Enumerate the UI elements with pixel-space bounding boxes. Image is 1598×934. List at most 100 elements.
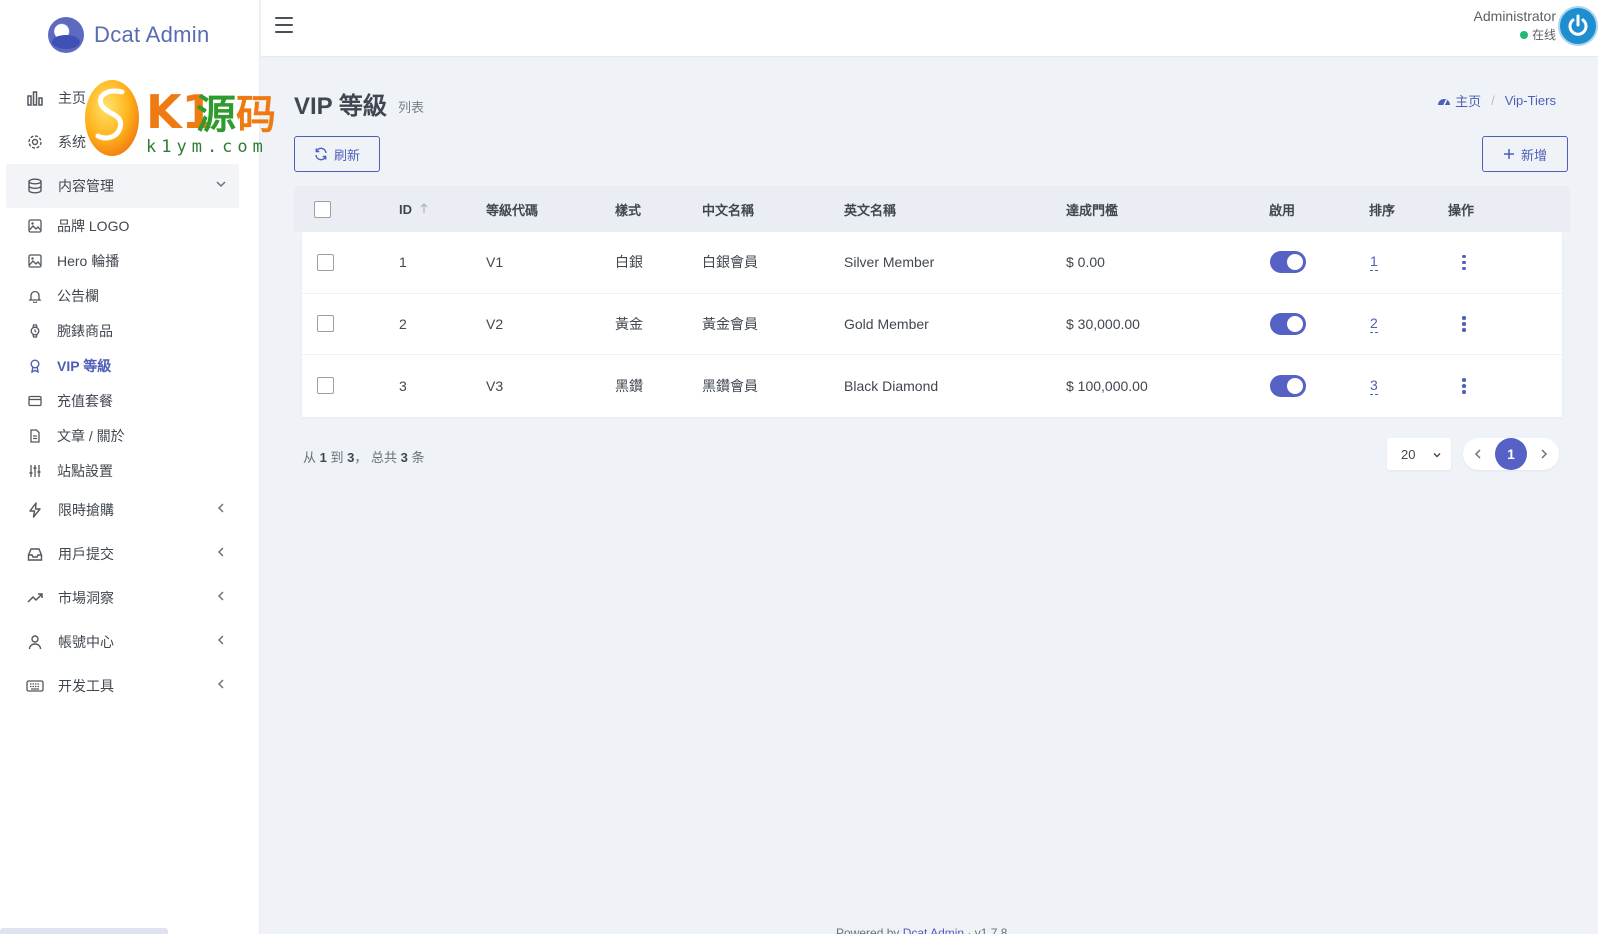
col-style: 樣式 [615, 202, 642, 218]
col-order: 排序 [1369, 202, 1396, 218]
sidebar-item-account-center[interactable]: 帳號中心 [6, 620, 239, 664]
col-threshold: 達成門檻 [1066, 202, 1119, 218]
trending-up-icon [26, 589, 44, 607]
sidebar-item-label: 市場洞察 [58, 590, 114, 606]
row-checkbox[interactable] [317, 377, 334, 395]
breadcrumb-home[interactable]: 主页 [1455, 91, 1481, 110]
summary-suffix: 条 [411, 450, 425, 465]
sidebar-item-flash-sale[interactable]: 限時搶購 [6, 488, 239, 532]
sidebar-item-label: 用戶提交 [58, 546, 114, 562]
order-editable[interactable]: 1 [1370, 253, 1378, 272]
enabled-toggle[interactable] [1270, 312, 1306, 335]
brand[interactable]: Dcat Admin [0, 0, 259, 70]
sidebar-item-market-insights[interactable]: 市場洞察 [6, 576, 239, 620]
plus-icon [1503, 148, 1515, 160]
order-editable[interactable]: 3 [1370, 377, 1378, 395]
more-actions-icon[interactable] [1462, 254, 1466, 270]
sidebar: Dcat Admin 主页 系统 内容管理 品牌 LOGO Hero 輪播 公告… [0, 0, 260, 934]
cell-en-name: Gold Member [844, 315, 929, 332]
refresh-button-label: 刷新 [333, 147, 360, 163]
user-status-text: 在线 [1531, 28, 1556, 42]
sidebar-subitem-vip-tiers[interactable]: VIP 等級 [0, 348, 259, 383]
breadcrumb-separator: / [1491, 93, 1495, 108]
enabled-toggle[interactable] [1270, 374, 1306, 397]
cell-threshold: $ 0.00 [1066, 254, 1105, 271]
online-status-dot [1519, 31, 1528, 39]
footer-powered-text: Powered by [836, 926, 900, 934]
col-en-name: 英文名稱 [844, 202, 897, 218]
sidebar-item-label: 内容管理 [58, 178, 114, 194]
cell-style: 白銀 [615, 254, 643, 271]
col-id-label: ID [399, 201, 412, 217]
cell-id: 3 [399, 377, 407, 394]
col-id[interactable]: ID [399, 186, 428, 232]
inbox-icon [26, 545, 44, 563]
user-icon [26, 633, 44, 651]
new-button[interactable]: 新增 [1482, 136, 1568, 172]
lightning-icon [26, 501, 44, 519]
sidebar-item-label: 充值套餐 [57, 392, 113, 409]
sidebar-item-label: 公告欄 [57, 287, 99, 304]
table-body: 1 V1 白銀 白銀會員 Silver Member $ 0.00 1 2 V2… [302, 232, 1562, 417]
next-page-icon[interactable] [1537, 446, 1551, 462]
sidebar-subitem-hero-carousel[interactable]: Hero 輪播 [0, 243, 259, 278]
select-all-checkbox[interactable] [314, 200, 331, 218]
row-checkbox[interactable] [317, 315, 334, 333]
sidebar-item-content-management[interactable]: 内容管理 [6, 164, 239, 208]
breadcrumb: 主页 / Vip-Tiers [1437, 91, 1556, 110]
summary-prefix: 从 [303, 450, 317, 465]
sidebar-subitem-announcements[interactable]: 公告欄 [0, 278, 259, 313]
sidebar-subitem-articles-about[interactable]: 文章 / 關於 [0, 418, 259, 453]
file-text-icon [27, 428, 43, 444]
sidebar-item-dev-tools[interactable]: 开发工具 [6, 664, 239, 708]
user-info[interactable]: Administrator 在线 [1474, 8, 1556, 43]
per-page-value: 20 [1401, 446, 1416, 462]
avatar[interactable] [1558, 6, 1598, 46]
sidebar-subitem-site-settings[interactable]: 站點設置 [0, 453, 259, 488]
sidebar-item-label: 限時搶購 [58, 502, 114, 518]
chevron-down-icon [215, 178, 227, 193]
award-icon [27, 358, 43, 374]
row-checkbox[interactable] [317, 253, 334, 271]
refresh-button[interactable]: 刷新 [294, 136, 380, 172]
sidebar-item-system[interactable]: 系统 [6, 120, 239, 164]
per-page-select[interactable]: 20 [1387, 438, 1451, 470]
select-all-cell [314, 186, 331, 232]
sidebar-item-user-submissions[interactable]: 用戶提交 [6, 532, 239, 576]
col-enabled: 啟用 [1269, 202, 1296, 218]
sidebar-item-home[interactable]: 主页 [6, 76, 239, 120]
sidebar-item-label: VIP 等級 [57, 357, 112, 374]
prev-page-icon[interactable] [1471, 446, 1485, 462]
order-editable[interactable]: 2 [1370, 315, 1378, 333]
sidebar-item-label: 站點設置 [57, 462, 113, 479]
page-title: VIP 等級 [294, 93, 387, 120]
footer-dcat-link[interactable]: Dcat Admin [903, 926, 964, 934]
dashboard-icon [1437, 95, 1451, 107]
more-actions-icon[interactable] [1462, 378, 1466, 394]
cell-code: V2 [486, 315, 504, 332]
table-row: 3 V3 黑鑽 黑鑽會員 Black Diamond $ 100,000.00 … [302, 355, 1562, 417]
sidebar-item-label: Hero 輪播 [57, 252, 120, 269]
user-status: 在线 [1474, 26, 1556, 43]
chevron-left-icon [215, 546, 227, 561]
cell-cn-name: 黑鑽會員 [702, 377, 758, 394]
sidebar-subitem-recharge-packages[interactable]: 充值套餐 [0, 383, 259, 418]
sort-arrow-up-icon[interactable] [420, 202, 428, 217]
sidebar-subitem-watches[interactable]: 腕錶商品 [0, 313, 259, 348]
footer-powered-by: Powered by Dcat Admin · v1.7.8 [836, 926, 1007, 934]
col-code: 等級代碼 [486, 202, 539, 218]
sidebar-item-label: 文章 / 關於 [57, 427, 125, 444]
sidebar-subitem-brand-logo[interactable]: 品牌 LOGO [0, 208, 259, 243]
chevron-left-icon [215, 678, 227, 693]
enabled-toggle[interactable] [1270, 251, 1306, 274]
sidebar-item-label: 品牌 LOGO [57, 217, 130, 234]
user-name: Administrator [1473, 8, 1556, 24]
page-number-current[interactable]: 1 [1495, 438, 1527, 470]
menu-toggle-icon[interactable] [275, 17, 293, 33]
power-icon [1568, 14, 1588, 36]
more-actions-icon[interactable] [1462, 316, 1466, 332]
cell-code: V3 [486, 377, 504, 394]
new-button-label: 新增 [1520, 147, 1547, 163]
sidebar-nav: 主页 系统 内容管理 品牌 LOGO Hero 輪播 公告欄 腕錶商品 VIP … [0, 76, 259, 708]
image-icon [27, 253, 43, 269]
